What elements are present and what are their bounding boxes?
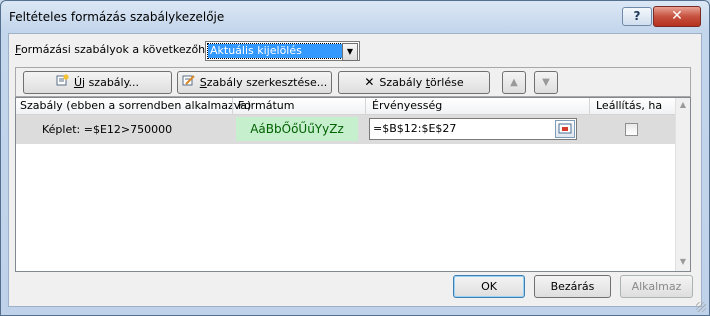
rules-table-header: Szabály (ebben a sorrendben alkalmazva) … — [16, 98, 676, 126]
rule-condition: Képlet: =$E12>750000 — [42, 123, 173, 136]
rules-table: Szabály (ebben a sorrendben alkalmazva) … — [15, 97, 691, 272]
applies-to-input[interactable]: =$B$12:$E$27 — [369, 118, 577, 140]
show-rules-label: Formázási szabályok a következőhöz: — [15, 43, 222, 56]
col-header-format[interactable]: Formátum — [238, 99, 294, 113]
show-rules-dropdown[interactable]: Aktuális kijelölés ▼ — [205, 41, 360, 61]
new-rule-icon — [56, 72, 69, 93]
show-rules-selected: Aktuális kijelölés — [207, 43, 343, 59]
move-down-button[interactable]: ▼ — [534, 71, 558, 94]
col-header-rule[interactable]: Szabály (ebben a sorrendben alkalmazva) — [20, 99, 251, 113]
move-up-button[interactable]: ▲ — [502, 71, 526, 94]
col-header-applies-to[interactable]: Érvényesség — [372, 99, 442, 113]
rule-toolbar: Új szabály... Szabály szerkesztése... ✕ S… — [15, 67, 691, 97]
table-row[interactable]: Képlet: =$E12>750000 AáBbŐőŰűYyZz =$B$12… — [16, 115, 676, 144]
chevron-down-icon[interactable]: ▼ — [342, 43, 358, 61]
format-preview: AáBbŐőŰűYyZz — [236, 117, 358, 141]
help-button[interactable]: ? — [622, 7, 652, 26]
range-select-icon[interactable] — [555, 120, 575, 138]
close-button[interactable]: Bezárás — [534, 275, 611, 298]
applies-to-value: =$B$12:$E$27 — [373, 122, 457, 135]
resize-grip[interactable] — [696, 302, 706, 312]
apply-button[interactable]: Alkalmaz — [620, 275, 693, 298]
scroll-down-icon[interactable]: ▼ — [678, 257, 688, 269]
close-window-button[interactable]: ✕ — [653, 6, 701, 27]
arrow-up-icon: ▲ — [510, 77, 518, 88]
rule-manager-dialog: Feltételes formázás szabálykezelője ? ✕ … — [0, 0, 710, 316]
scroll-up-icon[interactable]: ▲ — [678, 100, 688, 112]
edit-rule-button[interactable]: Szabály szerkesztése... — [177, 71, 332, 94]
ok-button[interactable]: OK — [453, 275, 525, 298]
delete-x-icon: ✕ — [364, 75, 375, 89]
dialog-body: Formázási szabályok a következőhöz: Aktu… — [8, 33, 702, 307]
arrow-down-icon: ▼ — [542, 77, 550, 88]
new-rule-button[interactable]: Új szabály... — [23, 71, 172, 94]
rules-scrollbar[interactable]: ▲ ▼ — [675, 98, 690, 271]
dialog-title: Feltételes formázás szabálykezelője — [9, 10, 225, 24]
edit-rule-icon — [182, 72, 195, 93]
stop-if-true-checkbox[interactable] — [625, 123, 638, 136]
delete-rule-button[interactable]: ✕ Szabály törlése — [338, 71, 490, 94]
